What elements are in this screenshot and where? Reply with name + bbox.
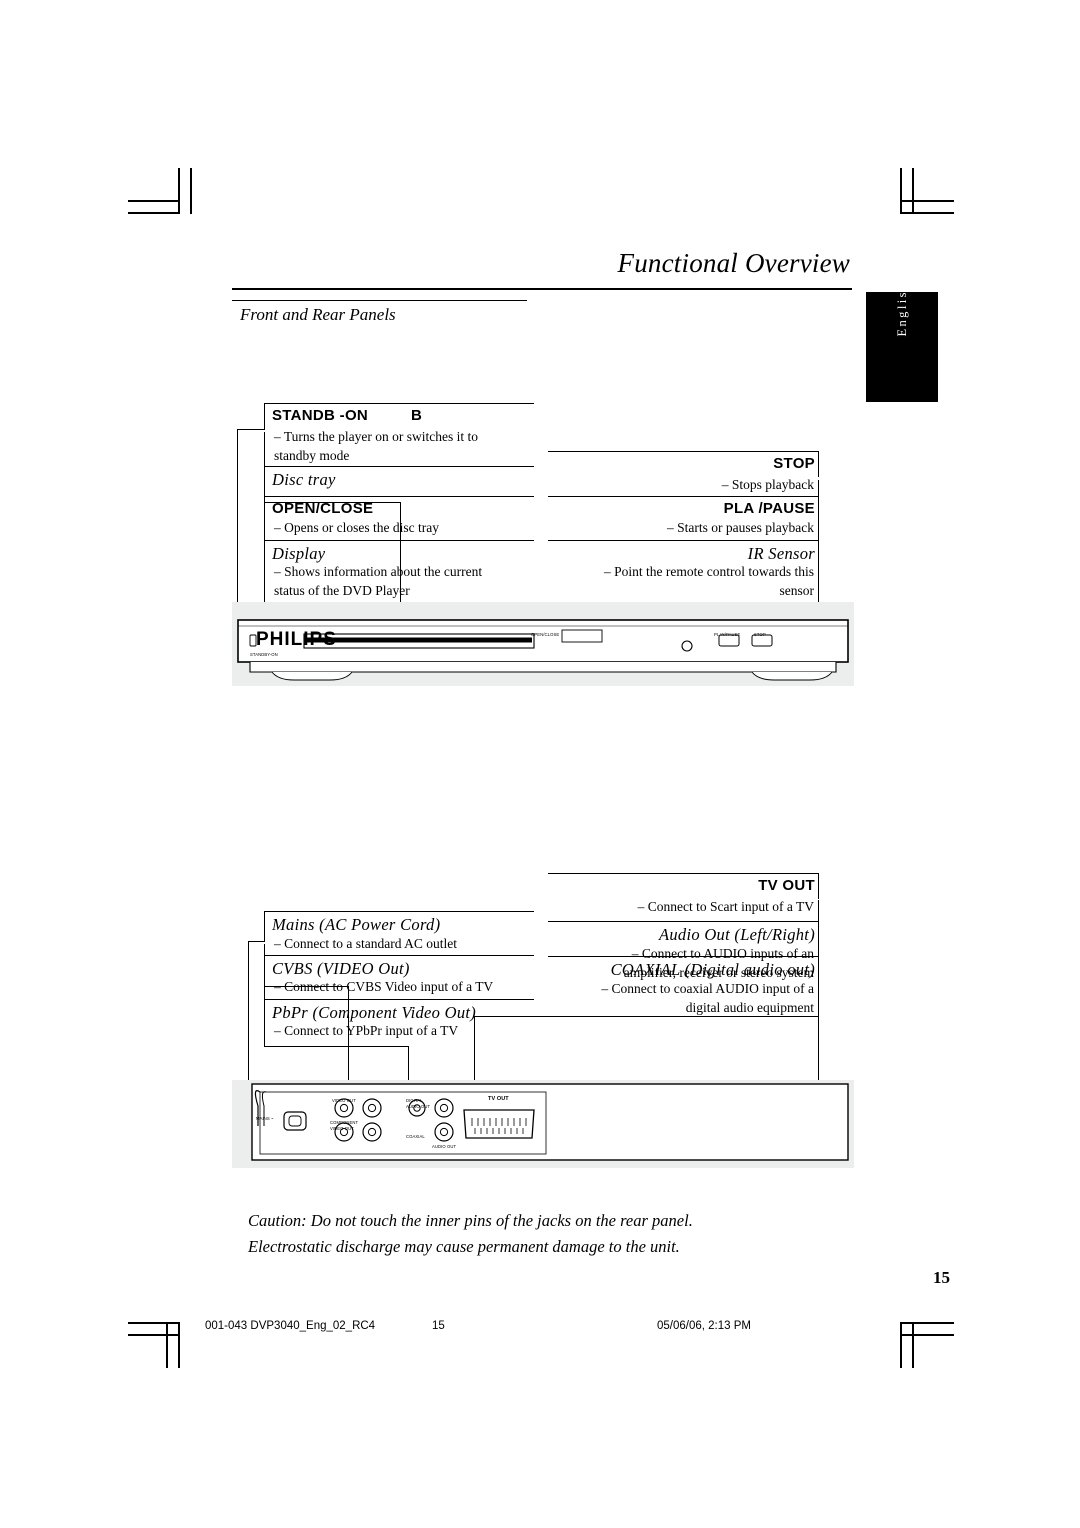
callout-disctray-stem (264, 432, 265, 502)
callout-display-body: – Shows information about the current st… (274, 564, 483, 598)
rear-digital-label: DIGITAL (406, 1098, 423, 1103)
callout-display-rule (264, 540, 534, 541)
callout-disctray-heading: Disc tray (272, 470, 336, 489)
rear-audioout-label: AUDIO OUT (432, 1144, 457, 1149)
callout-stop-stem (818, 451, 819, 477)
callout-stop-rule (548, 451, 818, 452)
callout-disctray-rule (264, 466, 534, 467)
subtitle-divider (232, 300, 527, 301)
front-brand-label: PHILIPS (256, 629, 337, 650)
rear-videoout-label: VIDEO OUT (332, 1098, 356, 1103)
callout-tvout-stem (818, 873, 819, 899)
language-tab-label: English (894, 281, 909, 337)
callout-mains-body: – Connect to a standard AC outlet (274, 936, 457, 951)
rear-tvout-label: TV OUT (488, 1096, 509, 1102)
callout-mains-heading: Mains (AC Power Cord) (272, 915, 441, 934)
callout-irsensor-rule (548, 540, 818, 541)
title-divider (232, 288, 852, 290)
callout-irsensor-heading: IR Sensor (747, 544, 815, 563)
crop-mark-bottom-right-v2 (912, 1322, 914, 1368)
crop-mark-top-left-v (178, 168, 180, 214)
footer-filename: 001-043 DVP3040_Eng_02_RC4 (205, 1320, 376, 1332)
page-number: 15 (933, 1268, 950, 1287)
callout-coaxial-rule (548, 956, 818, 957)
front-standby-label: STANDBY-ON (250, 652, 278, 657)
crop-mark-bottom-left-v2 (166, 1322, 168, 1368)
callout-pbpr-rule (264, 999, 534, 1000)
callout-stop-body: – Stops playback (721, 477, 814, 492)
rear-component-label: COMPONENT (330, 1120, 359, 1125)
callout-playpause-heading: PLA /PAUSE (723, 500, 815, 517)
crop-mark-top-left-v2 (190, 168, 192, 214)
callout-tvout-rule (548, 873, 818, 874)
callout-standby-stem (264, 403, 265, 429)
caution-line-2: Electrostatic discharge may cause perman… (248, 1237, 680, 1256)
crop-mark-top-right-v2 (912, 168, 914, 214)
callout-coaxial-stem (818, 946, 819, 1016)
leader-standby-h (237, 429, 265, 430)
callout-standby-body: – Turns the player on or switches it to … (274, 429, 478, 463)
leader-cvbs-h (264, 986, 349, 987)
crop-mark-bottom-right-h2 (902, 1334, 954, 1336)
caution-line-1: Caution: Do not touch the inner pins of … (248, 1211, 693, 1230)
crop-mark-top-right-v (900, 168, 902, 214)
leader-tvout-h (474, 1016, 818, 1017)
callout-pbpr-body: – Connect to YPbPr input of a TV (274, 1023, 459, 1038)
callout-openclose-rule (264, 496, 534, 497)
rear-coaxial-label: COAXIAL (406, 1134, 425, 1139)
crop-mark-top-left-h (128, 212, 180, 214)
rear-panel-illustration (251, 1083, 849, 1161)
callout-openclose-body: – Opens or closes the disc tray (274, 520, 439, 535)
callout-standby-heading: STANDB -ON (272, 407, 369, 424)
crop-mark-bottom-left-h (128, 1322, 180, 1324)
crop-mark-bottom-left-h2 (128, 1334, 180, 1336)
rear-digital-audioout-label: AUDIO OUT (406, 1104, 431, 1109)
callout-playpause-rule (548, 496, 818, 497)
footer-date: 05/06/06, 2:13 PM (657, 1320, 751, 1332)
front-stop-label: STOP (754, 632, 766, 637)
callout-standby-rule (264, 403, 534, 404)
front-openclose-label: OPEN/CLOSE (531, 632, 560, 637)
front-playpause-label: PLAY/PAUSE (714, 632, 741, 637)
callout-cvbs-rule (264, 955, 534, 956)
callout-audioout-heading: Audio Out (Left/Right) (658, 925, 815, 944)
leader-pbpr-h (264, 1046, 409, 1047)
callout-stop-heading: STOP (773, 455, 815, 472)
callout-tvout-body: – Connect to Scart input of a TV (637, 899, 814, 914)
callout-playpause-body: – Starts or pauses playback (667, 520, 814, 535)
callout-mains-rule (264, 911, 534, 912)
leader-audioout (818, 1016, 819, 1082)
callout-display-stem (264, 496, 265, 606)
rear-mains-label: MAINS ~ (256, 1116, 274, 1121)
callout-pbpr-heading: PbPr (Component Video Out) (272, 1003, 477, 1022)
callout-irsensor-body: – Point the remote control towards this … (604, 564, 814, 598)
crop-mark-bottom-right-h (902, 1322, 954, 1324)
leader-disctray-h (264, 502, 401, 503)
leader-mains (248, 941, 249, 1081)
crop-mark-top-right-h2 (902, 200, 954, 202)
page-title: Functional Overview (617, 248, 850, 278)
section-subtitle: Front and Rear Panels (240, 305, 396, 324)
callout-cvbs-heading: CVBS (VIDEO Out) (272, 959, 410, 978)
callout-display-heading: Display (272, 544, 326, 563)
callout-audioout-stem (818, 900, 819, 946)
callout-coaxial-heading: COAXIAL (Digital audio out) (610, 960, 815, 979)
callout-tvout-heading: TV OUT (758, 877, 815, 894)
callout-irsensor-stem (818, 496, 819, 606)
callout-cvbs-stem (264, 944, 265, 986)
crop-mark-top-right-h (902, 212, 954, 214)
leader-cvbs (348, 986, 349, 1081)
callout-pbpr-stem (264, 986, 265, 1046)
leader-mains-h (248, 941, 265, 942)
crop-mark-bottom-left-v (178, 1322, 180, 1368)
callout-mains-stem (264, 911, 265, 941)
footer-page-number: 15 (432, 1320, 445, 1332)
callout-standby-heading-extra: B (411, 407, 423, 424)
rear-component-label2: VIDEO OUT (330, 1126, 354, 1131)
crop-mark-top-left-h2 (128, 200, 180, 202)
leader-tvout (474, 1016, 475, 1086)
callout-audioout-rule (548, 921, 818, 922)
crop-mark-bottom-right-v (900, 1322, 902, 1368)
callout-coaxial-body: – Connect to coaxial AUDIO input of a di… (601, 981, 814, 1015)
